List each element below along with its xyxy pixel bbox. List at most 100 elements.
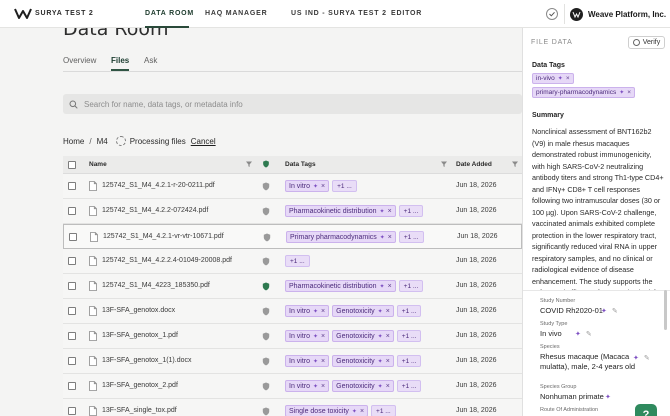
- remove-tag-icon[interactable]: ×: [321, 183, 325, 190]
- remove-tag-icon[interactable]: ×: [388, 208, 392, 215]
- filter-icon[interactable]: [511, 160, 519, 168]
- tab-ask[interactable]: Ask: [144, 56, 157, 65]
- remove-tag-icon[interactable]: ×: [321, 383, 325, 390]
- panel-scrollbar[interactable]: [664, 290, 667, 330]
- remove-tag-icon[interactable]: ×: [388, 234, 392, 241]
- file-name[interactable]: 13F-SFA_genotox_1.pdf: [102, 332, 178, 339]
- field-value[interactable]: COVID Rh2020-01: [540, 306, 603, 315]
- row-checkbox[interactable]: [68, 207, 76, 215]
- more-tags-badge[interactable]: +1 ...: [396, 355, 422, 367]
- edit-icon[interactable]: ✎: [644, 354, 650, 362]
- nav-data-room[interactable]: DATA ROOM: [145, 10, 194, 17]
- org-switcher[interactable]: Weave Platform, Inc.: [566, 0, 670, 28]
- remove-tag-icon[interactable]: ×: [321, 358, 325, 365]
- table-row[interactable]: 125742_S1_M4_4.2.2-072424.pdf Pharmacokin…: [63, 199, 522, 224]
- file-name[interactable]: 13F-SFA_genotox_1(1).docx: [102, 357, 192, 364]
- status-check-icon[interactable]: [546, 8, 558, 20]
- file-name[interactable]: 125742_S1_M4_4.2.1-r-20-0211.pdf: [102, 182, 215, 189]
- table-row[interactable]: 125742_S1_M4_4.2.1-vr-vtr-10671.pdf Prima…: [63, 224, 522, 249]
- more-tags-badge[interactable]: +1 ...: [285, 255, 310, 267]
- data-tag[interactable]: In vitro ✦ ×: [285, 305, 330, 317]
- column-header-name[interactable]: Name: [89, 161, 107, 168]
- data-tag[interactable]: Single dose toxicity ✦ ×: [285, 405, 369, 416]
- nav-haq-manager[interactable]: HAQ MANAGER: [205, 10, 267, 17]
- data-tag[interactable]: In vitro ✦ ×: [285, 330, 330, 342]
- remove-tag-icon[interactable]: ×: [321, 333, 325, 340]
- panel-tag[interactable]: in-vivo ✦ ×: [532, 73, 574, 84]
- table-row[interactable]: 125742_S1_M4_4.2.1-r-20-0211.pdf In vitro…: [63, 174, 522, 199]
- breadcrumb-folder[interactable]: M4: [97, 137, 108, 146]
- remove-tag-icon[interactable]: ×: [386, 333, 390, 340]
- breadcrumb-home[interactable]: Home: [63, 137, 84, 146]
- row-checkbox[interactable]: [68, 357, 76, 365]
- tab-files[interactable]: Files: [111, 56, 129, 65]
- more-tags-badge[interactable]: +1 ...: [398, 280, 424, 292]
- file-name[interactable]: 13F-SFA_genotox.docx: [102, 307, 175, 314]
- data-tag[interactable]: Pharmacokinetic distribution ✦ ×: [285, 280, 396, 292]
- file-name[interactable]: 125742_S1_M4_4.2.2.4-01049-20008.pdf: [102, 257, 232, 264]
- field-value[interactable]: In vivo: [540, 329, 562, 338]
- edit-icon[interactable]: ✎: [612, 307, 618, 315]
- table-row[interactable]: 125742_S1_M4_4223_185350.pdf Pharmacokine…: [63, 274, 522, 299]
- remove-tag-icon[interactable]: ×: [386, 383, 390, 390]
- column-header-date[interactable]: Date Added: [456, 161, 492, 168]
- table-row[interactable]: 13F-SFA_genotox_1(1).docx In vitro ✦ × Genot…: [63, 349, 522, 374]
- data-tag[interactable]: Genotoxicity ✦ ×: [332, 305, 394, 317]
- table-row[interactable]: 125742_S1_M4_4.2.2.4-01049-20008.pdf +1 .…: [63, 249, 522, 274]
- file-name[interactable]: 13F-SFA_genotox_2.pdf: [102, 382, 178, 389]
- data-tag[interactable]: Primary pharmacodynamics ✦ ×: [286, 231, 396, 243]
- column-header-tags[interactable]: Data Tags: [285, 161, 316, 168]
- data-tag[interactable]: Genotoxicity ✦ ×: [332, 380, 394, 392]
- field-value[interactable]: Nonhuman primate: [540, 392, 604, 401]
- filter-icon[interactable]: [440, 160, 448, 168]
- row-checkbox[interactable]: [69, 233, 77, 241]
- search-bar[interactable]: [63, 94, 522, 114]
- table-row[interactable]: 13F-SFA_single_tox.pdf Single dose toxici…: [63, 399, 522, 416]
- remove-tag-icon[interactable]: ×: [321, 308, 325, 315]
- more-tags-badge[interactable]: +1 ...: [396, 305, 422, 317]
- data-tag[interactable]: In vitro ✦ ×: [285, 355, 330, 367]
- data-tag[interactable]: In vitro ✦ ×: [285, 180, 330, 192]
- more-tags-badge[interactable]: +1 ...: [398, 205, 424, 217]
- table-row[interactable]: 13F-SFA_genotox_2.pdf In vitro ✦ × Genotoxic…: [63, 374, 522, 399]
- data-tag[interactable]: Genotoxicity ✦ ×: [332, 355, 394, 367]
- row-checkbox[interactable]: [68, 307, 76, 315]
- data-tag[interactable]: In vitro ✦ ×: [285, 380, 330, 392]
- edit-icon[interactable]: ✎: [586, 330, 592, 338]
- nav-editor[interactable]: EDITOR: [391, 10, 422, 17]
- remove-tag-icon[interactable]: ×: [386, 308, 390, 315]
- more-tags-badge[interactable]: +1 ...: [332, 180, 357, 192]
- remove-tag-icon[interactable]: ×: [360, 408, 364, 415]
- panel-tag[interactable]: primary-pharmacodynamics ✦ ×: [532, 87, 636, 98]
- tab-overview[interactable]: Overview: [63, 56, 96, 65]
- remove-tag-icon[interactable]: ×: [627, 89, 631, 96]
- verify-button[interactable]: Verify: [628, 36, 665, 49]
- file-name[interactable]: 125742_S1_M4_4223_185350.pdf: [102, 282, 210, 289]
- remove-tag-icon[interactable]: ×: [386, 358, 390, 365]
- row-checkbox[interactable]: [68, 407, 76, 415]
- row-checkbox[interactable]: [68, 282, 76, 290]
- file-name[interactable]: 125742_S1_M4_4.2.2-072424.pdf: [102, 207, 208, 214]
- remove-tag-icon[interactable]: ×: [566, 75, 570, 82]
- workspace-name[interactable]: SURYA TEST 2: [35, 10, 94, 17]
- more-tags-badge[interactable]: +1 ...: [396, 380, 422, 392]
- help-button[interactable]: ?: [635, 404, 657, 416]
- more-tags-badge[interactable]: +1 ...: [371, 405, 396, 416]
- row-checkbox[interactable]: [68, 257, 76, 265]
- filter-icon[interactable]: [245, 160, 253, 168]
- data-tag[interactable]: Genotoxicity ✦ ×: [332, 330, 394, 342]
- search-input[interactable]: [84, 99, 504, 109]
- nav-us-ind[interactable]: US IND - SURYA TEST 2: [291, 10, 387, 17]
- more-tags-badge[interactable]: +1 ...: [396, 330, 422, 342]
- remove-tag-icon[interactable]: ×: [388, 283, 392, 290]
- field-value[interactable]: Rhesus macaque (Macaca mulatta), male, 2…: [540, 352, 640, 372]
- row-checkbox[interactable]: [68, 332, 76, 340]
- select-all-checkbox[interactable]: [68, 161, 76, 169]
- row-checkbox[interactable]: [68, 182, 76, 190]
- table-row[interactable]: 13F-SFA_genotox.docx In vitro ✦ × Genotoxici…: [63, 299, 522, 324]
- file-name[interactable]: 125742_S1_M4_4.2.1-vr-vtr-10671.pdf: [103, 233, 224, 240]
- row-checkbox[interactable]: [68, 382, 76, 390]
- more-tags-badge[interactable]: +1 ...: [398, 231, 424, 243]
- table-row[interactable]: 13F-SFA_genotox_1.pdf In vitro ✦ × Genotoxic…: [63, 324, 522, 349]
- data-tag[interactable]: Pharmacokinetic distribution ✦ ×: [285, 205, 396, 217]
